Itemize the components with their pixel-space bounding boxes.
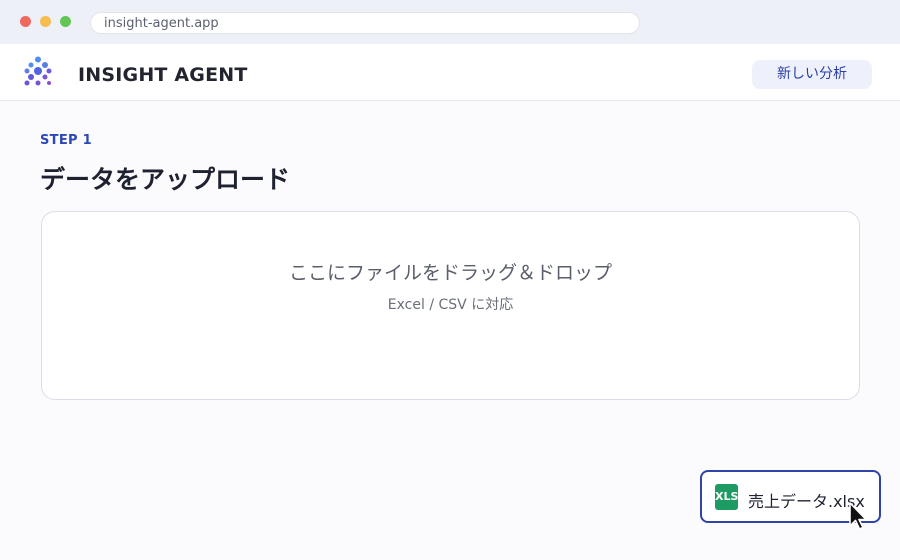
app-header: INSIGHT AGENT 新しい分析 bbox=[0, 44, 900, 101]
minimize-window-button[interactable] bbox=[40, 16, 51, 27]
close-window-button[interactable] bbox=[20, 16, 31, 27]
browser-chrome: insight-agent.app bbox=[0, 0, 900, 44]
app-title: INSIGHT AGENT bbox=[78, 64, 248, 86]
dropzone-secondary-text: Excel / CSV に対応 bbox=[387, 297, 514, 313]
excel-file-icon: XLS bbox=[715, 484, 738, 510]
maximize-window-button[interactable] bbox=[60, 16, 71, 27]
dropzone-primary-text: ここにファイルをドラッグ＆ドロップ bbox=[288, 262, 612, 284]
new-analysis-button[interactable]: 新しい分析 bbox=[752, 60, 872, 89]
page-title: データをアップロード bbox=[40, 165, 291, 194]
dots-grid-logo-icon bbox=[24, 56, 52, 86]
mouse-cursor-icon bbox=[849, 502, 867, 530]
file-dropzone[interactable]: ここにファイルをドラッグ＆ドロップ Excel / CSV に対応 bbox=[41, 211, 860, 400]
step-label: STEP 1 bbox=[40, 133, 93, 148]
address-bar[interactable]: insight-agent.app bbox=[90, 12, 640, 34]
